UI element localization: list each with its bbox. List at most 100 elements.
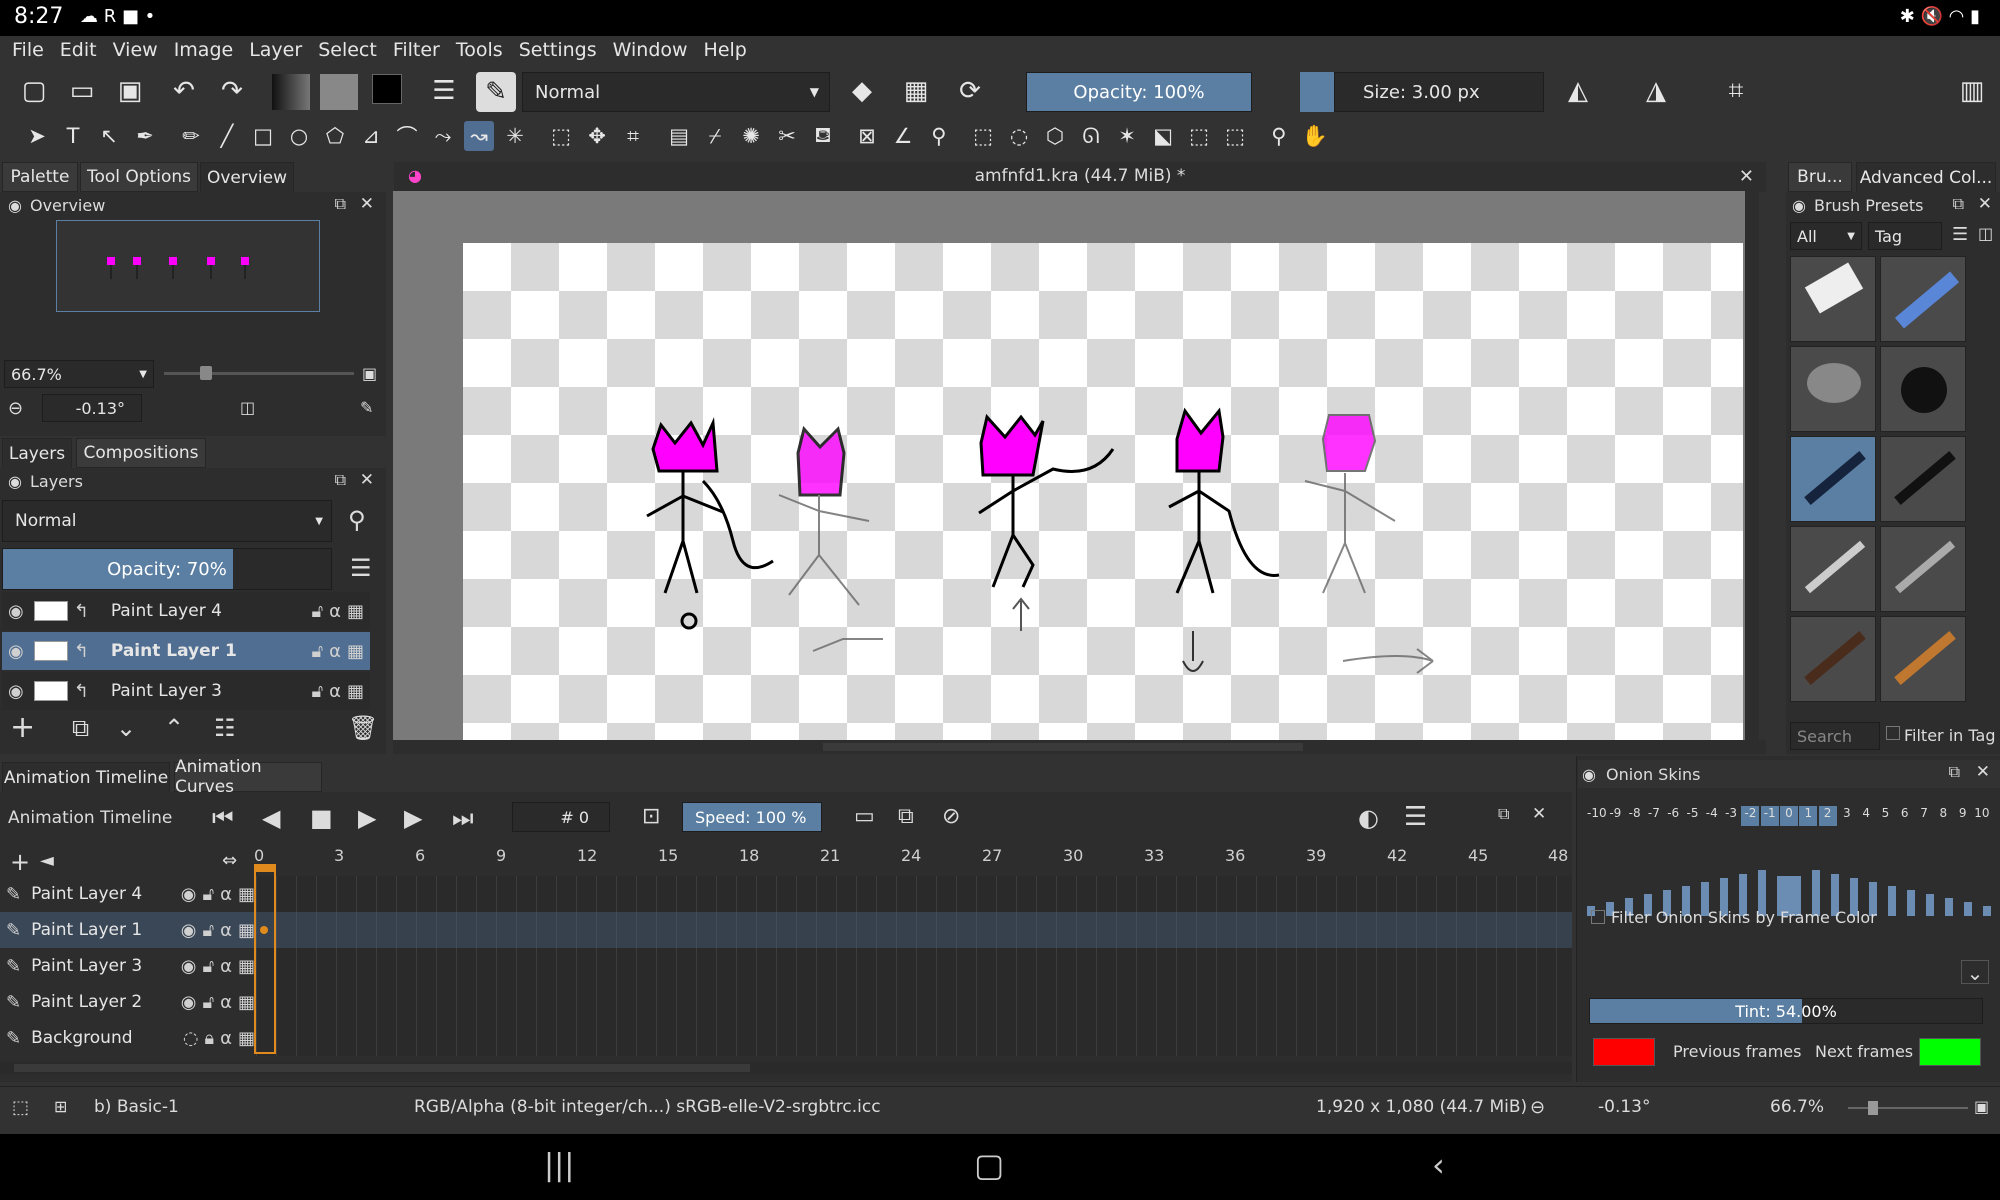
- status-zoom-handle[interactable]: [1868, 1101, 1878, 1115]
- freehand-path-icon[interactable]: ⤳: [428, 121, 458, 151]
- selection-icon[interactable]: ⬚: [12, 1097, 29, 1118]
- onion-toggle-icon[interactable]: ▦: [238, 992, 255, 1013]
- horizontal-scrollbar-thumb[interactable]: [823, 743, 1303, 751]
- smart-patch-icon[interactable]: ✺: [736, 121, 766, 151]
- float-icon[interactable]: ⧉: [335, 470, 346, 490]
- onion-opacity-bar[interactable]: [1983, 906, 1991, 916]
- tab-palette[interactable]: Palette: [2, 162, 78, 192]
- add-layer-icon[interactable]: +: [10, 710, 35, 745]
- brush-preset-soft-grey[interactable]: [1790, 346, 1876, 432]
- new-document-icon[interactable]: ▢: [14, 71, 54, 111]
- measure-tool-icon[interactable]: ∠: [888, 121, 918, 151]
- preset-filter-select[interactable]: All ▼: [1790, 222, 1862, 250]
- alpha-lock-icon[interactable]: α: [329, 681, 341, 702]
- ellipse-select-icon[interactable]: ◌: [1004, 121, 1034, 151]
- onion-frame-label[interactable]: 1: [1799, 806, 1818, 826]
- reference-tool-icon[interactable]: ⚲: [924, 121, 954, 151]
- brush-preset-paint-1[interactable]: [1790, 616, 1876, 702]
- fill-tool-icon[interactable]: ⛾: [808, 121, 838, 151]
- onion-frame-label[interactable]: 2: [1818, 806, 1837, 826]
- assistant-tool-icon[interactable]: ⊠: [852, 121, 882, 151]
- eraser-mode-icon[interactable]: ◆: [842, 71, 882, 111]
- blend-mode-select[interactable]: Normal ▼: [522, 72, 830, 112]
- frame-grid[interactable]: [256, 876, 1572, 1056]
- size-slider[interactable]: Size: 3.00 px: [1334, 72, 1544, 112]
- onion-toggle-icon[interactable]: ▦: [238, 884, 255, 905]
- visibility-eye-icon[interactable]: ◉: [8, 601, 24, 622]
- bezier-select-icon[interactable]: ⬚: [1184, 121, 1214, 151]
- inherit-alpha-icon[interactable]: ▦: [347, 641, 364, 662]
- recent-apps-icon[interactable]: |||: [544, 1148, 574, 1183]
- lock-icon[interactable]: 🔓︎: [202, 956, 214, 977]
- insert-frame-icon[interactable]: ▭: [854, 804, 875, 829]
- status-zoom-slider[interactable]: [1848, 1107, 1968, 1109]
- lock-icon[interactable]: 🔓︎: [202, 884, 214, 905]
- magnetic-select-icon[interactable]: ⬚: [1220, 121, 1250, 151]
- tab-layers[interactable]: Layers: [2, 438, 72, 468]
- menu-select[interactable]: Select: [318, 39, 377, 61]
- document-tab[interactable]: ◕ amfnfd1.kra (44.7 MiB) * ✕: [394, 162, 1766, 192]
- onion-opacity-bar[interactable]: [1888, 886, 1896, 916]
- playhead[interactable]: [254, 864, 276, 1054]
- menu-tools[interactable]: Tools: [456, 39, 503, 61]
- fit-icon[interactable]: ▣: [362, 364, 377, 383]
- tag-button[interactable]: Tag: [1868, 222, 1942, 250]
- audio-icon[interactable]: ◄: [40, 850, 54, 871]
- duplicate-layer-icon[interactable]: ⧉: [72, 714, 89, 742]
- layer-row[interactable]: ◉ ↰ Paint Layer 4 🔓︎ α ▦: [2, 592, 370, 630]
- tint-slider[interactable]: Tint: 54.00%: [1589, 998, 1983, 1024]
- lock-icon[interactable]: 🔓︎: [311, 681, 323, 702]
- first-frame-icon[interactable]: ⏮: [212, 804, 234, 832]
- save-icon[interactable]: ▣: [110, 71, 150, 111]
- delete-layer-icon[interactable]: 🗑︎: [348, 714, 378, 742]
- select-shapes-icon[interactable]: ➤: [22, 121, 52, 151]
- tab-brush[interactable]: Bru...: [1788, 162, 1852, 192]
- canvas-viewport[interactable]: [393, 191, 1759, 741]
- rectangle-tool-icon[interactable]: □: [248, 121, 278, 151]
- onion-frame-label[interactable]: 9: [1954, 806, 1972, 826]
- onion-frame-label[interactable]: 5: [1876, 806, 1894, 826]
- home-icon[interactable]: ▢: [974, 1146, 1004, 1184]
- onion-opacity-bar[interactable]: [1945, 898, 1953, 916]
- menu-settings[interactable]: Settings: [519, 39, 597, 61]
- brush-icon[interactable]: ⊞: [54, 1097, 67, 1116]
- timeline-layer-row-selected[interactable]: ✎ Paint Layer 1 ◉ 🔓︎ α ▦: [0, 912, 255, 948]
- brush-preview-icon[interactable]: ✎: [476, 72, 516, 112]
- brush-preset-ink[interactable]: [1880, 436, 1966, 522]
- add-layer-icon[interactable]: +: [10, 848, 30, 876]
- polygon-tool-icon[interactable]: ⬠: [320, 121, 350, 151]
- preset-search-input[interactable]: Search: [1790, 722, 1880, 750]
- crop-tool-icon[interactable]: ⌗: [618, 121, 648, 151]
- layer-row-selected[interactable]: ◉ ↰ Paint Layer 1 🔓︎ α ▦: [2, 632, 370, 670]
- lock-icon[interactable]: 🔓︎: [311, 601, 323, 622]
- onion-toggle-icon[interactable]: ▦: [238, 920, 255, 941]
- onion-frame-label[interactable]: -4: [1703, 806, 1721, 826]
- onion-frame-label[interactable]: 3: [1838, 806, 1856, 826]
- mirror-horizontal-icon[interactable]: ◭: [1558, 71, 1598, 111]
- filter-icon[interactable]: ⚲: [348, 506, 366, 534]
- edit-shapes-icon[interactable]: ↖: [94, 121, 124, 151]
- move-layer-down-icon[interactable]: ⌄: [116, 714, 136, 742]
- rect-select-icon[interactable]: ⬚: [968, 121, 998, 151]
- next-frame-icon[interactable]: ▶: [404, 804, 422, 832]
- lock-icon[interactable]: 🔓︎: [202, 992, 214, 1013]
- duplicate-frame-icon[interactable]: ⧉: [898, 804, 914, 829]
- alpha-lock-icon[interactable]: α: [220, 920, 232, 941]
- view-mode-icon[interactable]: ☰: [1952, 224, 1968, 245]
- overview-thumbnail[interactable]: [56, 220, 320, 312]
- speed-input[interactable]: Speed: 100 %: [682, 802, 822, 832]
- freehand-brush-icon[interactable]: ✏: [176, 121, 206, 151]
- polygon-select-icon[interactable]: ⬡: [1040, 121, 1070, 151]
- freehand-select-icon[interactable]: ᘏ: [1076, 121, 1106, 151]
- expand-icon[interactable]: ⌄: [1961, 960, 1989, 985]
- reload-preset-icon[interactable]: ⟳: [950, 71, 990, 111]
- brush-preset-eraser[interactable]: [1790, 256, 1876, 342]
- onion-opacity-bars[interactable]: [1587, 830, 1991, 916]
- tab-tool-options[interactable]: Tool Options: [80, 162, 198, 192]
- visibility-eye-icon[interactable]: ◉: [181, 920, 197, 941]
- gradient-tool-icon[interactable]: ▤: [664, 121, 694, 151]
- brush-preset-blue-pen[interactable]: [1880, 256, 1966, 342]
- onion-skin-icon[interactable]: ◐: [1358, 804, 1379, 832]
- visibility-eye-icon[interactable]: ◌: [183, 1028, 199, 1049]
- back-icon[interactable]: ‹: [1432, 1146, 1445, 1184]
